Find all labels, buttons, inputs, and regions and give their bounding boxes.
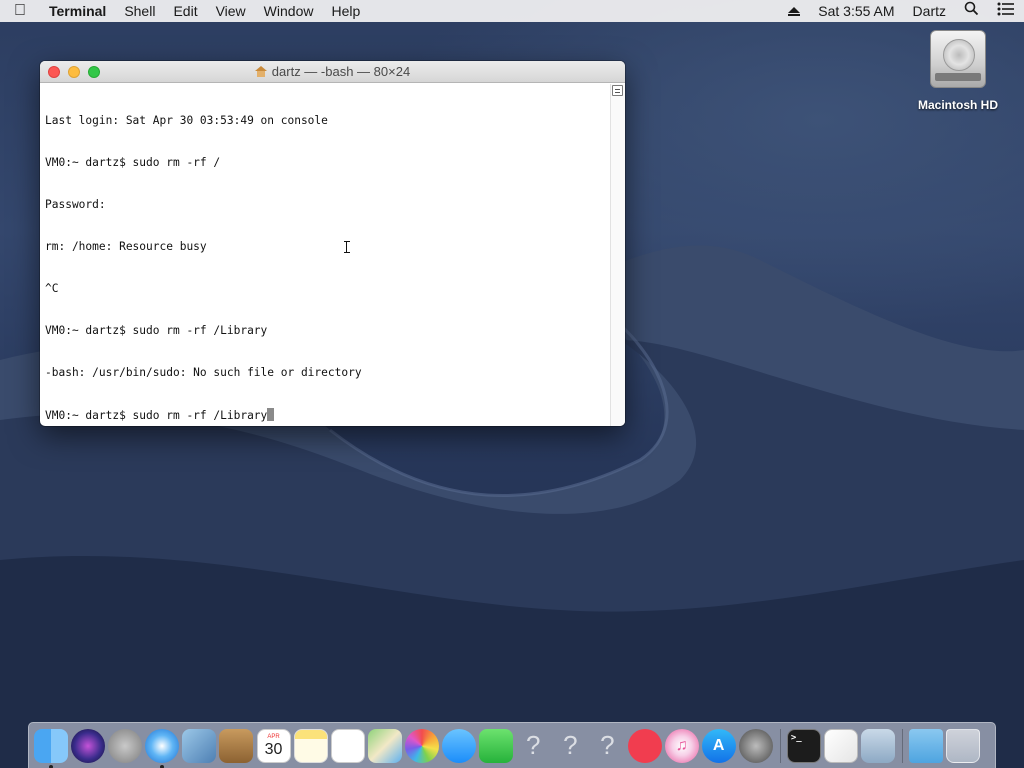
menu-help[interactable]: Help (322, 0, 369, 22)
spotlight-search-icon[interactable] (955, 0, 988, 22)
dock-maps-icon[interactable] (367, 728, 402, 763)
text-cursor (267, 408, 275, 421)
menu-clock[interactable]: Sat 3:55 AM (809, 0, 903, 22)
menu-app-terminal[interactable]: Terminal (40, 0, 115, 22)
dock-itunes-icon[interactable]: ♫ (664, 728, 699, 763)
window-titlebar[interactable]: dartz — -bash — 80×24 (40, 61, 625, 83)
dock: APR 30 ? ? ? ♫ A >_ (28, 722, 996, 768)
dock-mail-icon[interactable] (182, 728, 217, 763)
terminal-line: VM0:~ dartz$ sudo rm -rf /Library (45, 324, 268, 337)
menu-user[interactable]: Dartz (904, 0, 955, 22)
terminal-current-command: VM0:~ dartz$ sudo rm -rf /Library (45, 409, 268, 422)
window-title-text: dartz — -bash — 80×24 (271, 64, 411, 79)
menu-view[interactable]: View (207, 0, 255, 22)
dock-contacts-icon[interactable] (219, 728, 254, 763)
dock-siri-icon[interactable] (71, 728, 106, 763)
dock-notes-icon[interactable] (293, 728, 328, 763)
desktop-icon-macintosh-hd[interactable]: Macintosh HD (908, 30, 1008, 112)
calendar-day: 30 (264, 740, 283, 758)
window-title: dartz — -bash — 80×24 (40, 61, 625, 83)
menu-window[interactable]: Window (255, 0, 323, 22)
dock-unknown-app-icon[interactable]: ? (590, 729, 624, 763)
terminal-line: -bash: /usr/bin/sudo: No such file or di… (45, 366, 362, 379)
eject-icon[interactable] (779, 6, 809, 16)
desktop-icon-label: Macintosh HD (917, 98, 998, 112)
home-folder-icon (254, 66, 267, 77)
dock-downloads-folder-icon[interactable] (909, 728, 944, 763)
dock-calendar-icon[interactable]: APR 30 (256, 728, 291, 763)
dock-separator (779, 728, 781, 763)
hard-drive-icon (930, 30, 986, 88)
dock-reminders-icon[interactable] (330, 728, 365, 763)
dock-finder-icon[interactable] (34, 728, 68, 768)
dock-safari-icon[interactable] (145, 728, 180, 768)
dock-photos-icon[interactable] (404, 728, 439, 763)
scroll-track[interactable] (610, 84, 625, 426)
terminal-line: ^C (45, 282, 59, 295)
terminal-line: VM0:~ dartz$ sudo rm -rf / (45, 156, 221, 169)
calendar-month: APR (267, 733, 280, 740)
terminal-window[interactable]: dartz — -bash — 80×24 Last login: Sat Ap… (40, 61, 625, 426)
ibeam-cursor-icon (344, 241, 350, 253)
dock-separator (902, 728, 904, 763)
terminal-line: rm: /home: Resource busy (45, 240, 207, 253)
terminal-line: Password: (45, 198, 106, 211)
split-pane-icon[interactable] (612, 85, 623, 96)
dock-trash-icon[interactable] (946, 728, 981, 763)
menu-bar-status-area: Sat 3:55 AM Dartz (779, 0, 1024, 22)
dock-app-store-icon[interactable]: A (701, 728, 736, 763)
dock-migration-assistant-icon[interactable] (861, 728, 896, 763)
dock-system-preferences-icon[interactable] (738, 728, 773, 763)
dock-textedit-icon[interactable] (823, 728, 858, 763)
dock-messages-icon[interactable] (442, 728, 477, 763)
notification-center-icon[interactable] (988, 0, 1024, 22)
menu-shell[interactable]: Shell (115, 0, 164, 22)
dock-facetime-icon[interactable] (479, 728, 514, 763)
dock-terminal-icon[interactable]: >_ (786, 728, 821, 763)
terminal-line: Last login: Sat Apr 30 03:53:49 on conso… (45, 114, 328, 127)
dock-unknown-app-icon[interactable]: ? (516, 729, 550, 763)
menu-bar:  Terminal Shell Edit View Window Help S… (0, 0, 1024, 22)
dock-unknown-app-icon[interactable]: ? (553, 729, 587, 763)
terminal-output[interactable]: Last login: Sat Apr 30 03:53:49 on conso… (40, 84, 610, 426)
dock-news-icon[interactable] (627, 728, 662, 763)
menu-edit[interactable]: Edit (164, 0, 206, 22)
dock-launchpad-icon[interactable] (108, 728, 143, 763)
apple-menu-icon[interactable]:  (0, 2, 40, 20)
terminal-input-line[interactable]: VM0:~ dartz$ sudo rm -rf /Library (45, 408, 605, 422)
